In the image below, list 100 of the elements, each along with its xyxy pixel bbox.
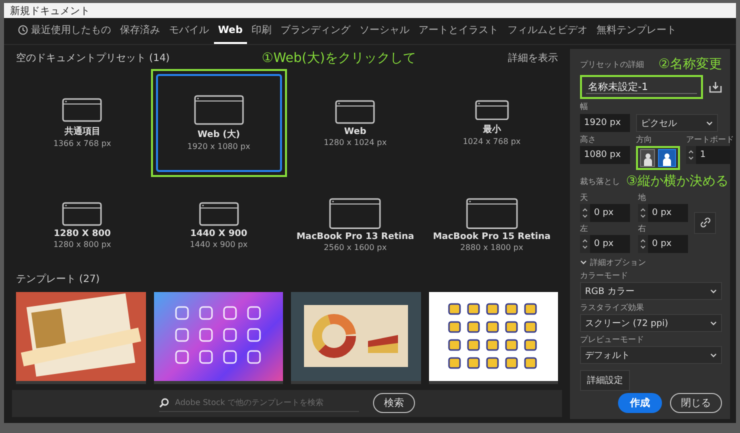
tab[interactable]: ブランディング: [276, 18, 355, 44]
person-icon: [642, 152, 652, 166]
tab[interactable]: 印刷: [248, 18, 276, 44]
field-label: 裁ち落とし: [580, 176, 620, 186]
field-label: 地: [638, 192, 647, 203]
up-down-arrows-icon: [640, 207, 646, 219]
preset-name: 最小: [482, 123, 501, 136]
dropdown-select[interactable]: デフォルト: [580, 346, 722, 364]
preset-card[interactable]: 最小 1024 x 768 px: [428, 74, 555, 172]
stepper-control[interactable]: [638, 204, 648, 222]
portrait-button[interactable]: [640, 149, 655, 167]
field-label: カラーモード: [580, 270, 629, 281]
preset-card[interactable]: Web 1280 x 1024 px: [292, 74, 418, 172]
stepper-control[interactable]: [686, 146, 696, 164]
stepper-control[interactable]: [580, 204, 590, 222]
advanced-settings-button[interactable]: 詳細設定: [580, 370, 630, 391]
field-label: 右: [638, 223, 647, 234]
field-label: アートボード: [686, 134, 734, 145]
person-icon: [662, 152, 672, 166]
template-thumbnail[interactable]: [154, 292, 283, 384]
chevron-down-icon: [706, 120, 713, 126]
preset-size: 1920 x 1080 px: [187, 142, 250, 151]
preset-size: 1440 x 900 px: [190, 240, 248, 248]
section-heading: 空のドキュメントプリセット (14): [16, 52, 170, 65]
tab[interactable]: アートとイラスト: [414, 18, 503, 44]
stepper-control[interactable]: [638, 235, 648, 253]
document-window-icon: [194, 95, 244, 125]
bleed-field[interactable]: 0 px: [590, 235, 630, 253]
close-button[interactable]: 閉じる: [670, 393, 722, 413]
preset-name: 1280 X 800: [54, 228, 111, 238]
preset-card[interactable]: 共通項目 1366 x 768 px: [19, 74, 146, 172]
field-label: 方向: [636, 134, 653, 145]
height-field[interactable]: 1080 px: [580, 146, 630, 164]
preset-card[interactable]: 1280 X 800 1280 x 800 px: [19, 176, 146, 274]
preset-name: MacBook Pro 15 Retina: [432, 232, 551, 242]
document-window-icon: [335, 100, 376, 124]
search-field[interactable]: Adobe Stock で他のテンプレートを検索: [159, 394, 359, 412]
tab[interactable]: 最近使用したもの: [14, 18, 115, 44]
preset-name: Web: [344, 126, 366, 136]
document-window-icon: [474, 100, 509, 120]
link-button[interactable]: [694, 212, 716, 234]
document-window-icon: [62, 202, 102, 226]
clock-icon: [18, 25, 28, 35]
preset-size: 1024 x 768 px: [462, 137, 521, 146]
chevron-down-icon: [580, 260, 587, 265]
bleed-field[interactable]: 0 px: [648, 235, 688, 253]
chevron-down-icon: [710, 320, 717, 326]
save-preset-icon[interactable]: [709, 81, 722, 93]
preset-card[interactable]: MacBook Pro 15 Retina 2880 x 1800 px: [428, 176, 555, 274]
tab[interactable]: モバイル: [165, 18, 213, 44]
annotation-text: ②名称変更: [658, 56, 722, 73]
search-button[interactable]: 検索: [373, 393, 415, 414]
preset-size: 1366 x 768 px: [53, 139, 112, 148]
template-thumbnail[interactable]: [428, 292, 558, 384]
up-down-arrows-icon: [582, 238, 588, 250]
field-label: 幅: [580, 101, 589, 112]
unit-select[interactable]: ピクセル: [636, 114, 718, 132]
section-heading: テンプレート (27): [16, 272, 100, 286]
landscape-button[interactable]: [658, 149, 676, 167]
chevron-down-icon: [710, 352, 717, 358]
document-window-icon: [466, 198, 518, 230]
preset-size: 1280 x 1024 px: [324, 138, 387, 146]
preset-size: 2560 x 1600 px: [324, 243, 387, 252]
dropdown-select[interactable]: スクリーン (72 ppi): [580, 314, 722, 332]
tab[interactable]: フィルムとビデオ: [504, 18, 592, 44]
stepper-control[interactable]: [580, 235, 590, 253]
preset-size: 1280 x 800 px: [53, 240, 112, 248]
panel-heading: プリセットの詳細: [580, 58, 644, 70]
chevron-down-icon: [710, 288, 717, 294]
bleed-field[interactable]: 0 px: [648, 204, 688, 222]
width-field[interactable]: 1920 px: [580, 114, 630, 132]
tab[interactable]: 無料テンプレート: [592, 18, 681, 44]
preset-card[interactable]: 1440 X 900 1440 x 900 px: [156, 176, 282, 274]
bleed-field[interactable]: 0 px: [590, 204, 630, 222]
preset-name: 共通項目: [64, 125, 100, 138]
document-window-icon: [329, 198, 382, 230]
artboard-field[interactable]: 1: [696, 146, 730, 164]
preset-size: 2880 x 1800 px: [460, 243, 524, 252]
field-label: 左: [580, 223, 589, 234]
advanced-options-toggle[interactable]: 詳細オプション: [580, 257, 722, 268]
preset-name-field[interactable]: 名称未設定-1: [586, 80, 697, 94]
search-icon: [159, 398, 169, 408]
annotation-text: ①Web(大)をクリックして: [262, 50, 416, 67]
preset-name: Web (大): [197, 128, 240, 141]
chain-link-icon: [700, 217, 710, 228]
document-window-icon: [198, 202, 239, 226]
field-label: 天: [580, 192, 589, 203]
dropdown-select[interactable]: RGB カラー: [580, 282, 722, 300]
tab[interactable]: ソーシャル: [356, 18, 414, 44]
up-down-arrows-icon: [640, 238, 646, 250]
up-down-arrows-icon: [688, 149, 694, 161]
preset-name: MacBook Pro 13 Retina: [296, 232, 414, 242]
preset-card[interactable]: MacBook Pro 13 Retina 2560 x 1600 px: [292, 176, 418, 274]
create-button[interactable]: 作成: [618, 393, 662, 413]
annotation-text: ③縦か横か決める: [626, 173, 729, 190]
preset-card[interactable]: Web (大) 1920 x 1080 px: [156, 74, 282, 172]
template-thumbnail[interactable]: [291, 292, 420, 384]
tab[interactable]: Web: [214, 18, 247, 44]
show-details-link[interactable]: 詳細を表示: [508, 51, 558, 65]
tab[interactable]: 保存済み: [116, 18, 164, 44]
